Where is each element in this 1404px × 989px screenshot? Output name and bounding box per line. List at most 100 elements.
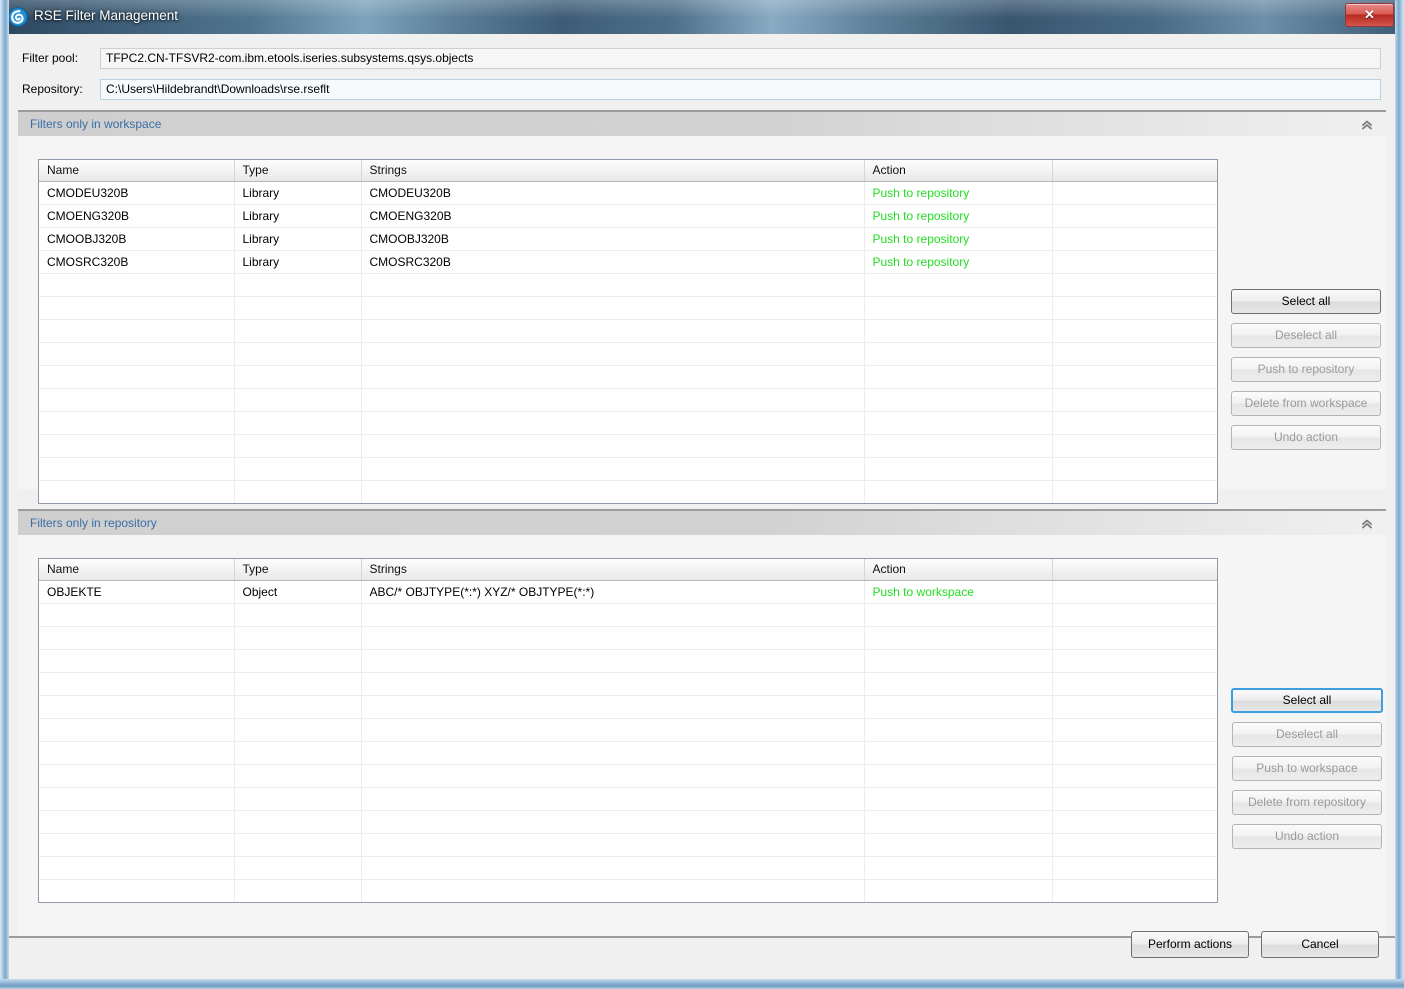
table-row-empty[interactable] bbox=[39, 388, 1217, 412]
column-header-strings[interactable]: Strings bbox=[361, 160, 865, 182]
table-row-empty[interactable] bbox=[39, 365, 1217, 389]
repository-select-all-button[interactable]: Select all bbox=[1231, 688, 1383, 713]
cancel-button[interactable]: Cancel bbox=[1261, 931, 1379, 958]
cell-empty bbox=[39, 810, 235, 834]
table-row-empty[interactable] bbox=[39, 764, 1217, 788]
repository-delete-from-repository-button[interactable]: Delete from repository bbox=[1232, 790, 1382, 815]
cell-empty bbox=[234, 810, 362, 834]
cell-empty bbox=[864, 365, 1053, 389]
table-row-empty[interactable] bbox=[39, 296, 1217, 320]
cell-empty bbox=[864, 388, 1053, 412]
table-row-empty[interactable] bbox=[39, 342, 1217, 366]
cell-empty bbox=[1052, 480, 1217, 503]
table-row-empty[interactable] bbox=[39, 695, 1217, 719]
workspace-filters-table[interactable]: Name Type Strings Action CMODEU320B Libr… bbox=[38, 159, 1218, 504]
close-button[interactable]: ✕ bbox=[1345, 3, 1394, 27]
section-header-workspace[interactable]: Filters only in workspace bbox=[18, 110, 1386, 136]
column-header-extra[interactable] bbox=[1052, 559, 1217, 581]
cell-name: CMOOBJ320B bbox=[39, 227, 235, 251]
cell-empty bbox=[361, 365, 865, 389]
cell-empty bbox=[1052, 365, 1217, 389]
repository-push-to-workspace-button[interactable]: Push to workspace bbox=[1232, 756, 1382, 781]
table-row-empty[interactable] bbox=[39, 649, 1217, 673]
cell-empty bbox=[234, 319, 362, 343]
table-row[interactable]: CMODEU320B Library CMODEU320B Push to re… bbox=[39, 181, 1217, 205]
window-border-bottom bbox=[0, 979, 1404, 989]
table-row-empty[interactable] bbox=[39, 411, 1217, 435]
column-header-name[interactable]: Name bbox=[39, 559, 235, 581]
column-header-extra[interactable] bbox=[1052, 160, 1217, 182]
table-row-empty[interactable] bbox=[39, 879, 1217, 902]
chevron-up-icon[interactable] bbox=[1360, 517, 1374, 531]
cell-empty bbox=[39, 626, 235, 650]
table-row-empty[interactable] bbox=[39, 273, 1217, 297]
table-row[interactable]: CMOOBJ320B Library CMOOBJ320B Push to re… bbox=[39, 227, 1217, 251]
section-body-workspace: Name Type Strings Action CMODEU320B Libr… bbox=[18, 136, 1386, 504]
table-row-empty[interactable] bbox=[39, 810, 1217, 834]
cell-empty bbox=[1052, 764, 1217, 788]
section-filters-only-in-workspace: Filters only in workspace Name Type Stri… bbox=[18, 110, 1386, 504]
cell-empty bbox=[234, 856, 362, 880]
cell-extra bbox=[1052, 580, 1217, 604]
cell-empty bbox=[1052, 342, 1217, 366]
cell-strings: CMOSRC320B bbox=[361, 250, 865, 274]
cell-action[interactable]: Push to repository bbox=[864, 227, 1053, 251]
column-header-action[interactable]: Action bbox=[864, 160, 1053, 182]
cell-action[interactable]: Push to repository bbox=[864, 204, 1053, 228]
table-row-empty[interactable] bbox=[39, 833, 1217, 857]
cell-empty bbox=[361, 649, 865, 673]
table-row-empty[interactable] bbox=[39, 603, 1217, 627]
cell-empty bbox=[234, 672, 362, 696]
chevron-up-icon[interactable] bbox=[1360, 118, 1374, 132]
table-row-empty[interactable] bbox=[39, 480, 1217, 503]
column-header-type[interactable]: Type bbox=[234, 160, 362, 182]
cell-empty bbox=[234, 411, 362, 435]
table-row-empty[interactable] bbox=[39, 856, 1217, 880]
cell-action[interactable]: Push to repository bbox=[864, 181, 1053, 205]
table-row-empty[interactable] bbox=[39, 319, 1217, 343]
table-row[interactable]: CMOENG320B Library CMOENG320B Push to re… bbox=[39, 204, 1217, 228]
table-row-empty[interactable] bbox=[39, 787, 1217, 811]
cell-empty bbox=[1052, 695, 1217, 719]
cell-empty bbox=[234, 764, 362, 788]
column-header-type[interactable]: Type bbox=[234, 559, 362, 581]
table-row[interactable]: OBJEKTE Object ABC/* OBJTYPE(*:*) XYZ/* … bbox=[39, 580, 1217, 604]
column-header-strings[interactable]: Strings bbox=[361, 559, 865, 581]
cell-empty bbox=[864, 649, 1053, 673]
perform-actions-button[interactable]: Perform actions bbox=[1131, 931, 1249, 958]
section-filters-only-in-repository: Filters only in repository Name Type Str… bbox=[18, 509, 1386, 936]
filter-pool-row: Filter pool: TFPC2.CN-TFSVR2-com.ibm.eto… bbox=[22, 48, 1382, 70]
cell-empty bbox=[361, 296, 865, 320]
table-row-empty[interactable] bbox=[39, 434, 1217, 458]
workspace-undo-action-button[interactable]: Undo action bbox=[1231, 425, 1381, 450]
table-row-empty[interactable] bbox=[39, 457, 1217, 481]
cell-name: OBJEKTE bbox=[39, 580, 235, 604]
cell-action[interactable]: Push to workspace bbox=[864, 580, 1053, 604]
repository-deselect-all-button[interactable]: Deselect all bbox=[1232, 722, 1382, 747]
table-row-empty[interactable] bbox=[39, 741, 1217, 765]
table-row-empty[interactable] bbox=[39, 626, 1217, 650]
section-header-repository[interactable]: Filters only in repository bbox=[18, 509, 1386, 535]
table-row-empty[interactable] bbox=[39, 672, 1217, 696]
column-header-name[interactable]: Name bbox=[39, 160, 235, 182]
table-row-empty[interactable] bbox=[39, 503, 1217, 504]
cell-empty bbox=[39, 879, 235, 902]
repository-filters-table[interactable]: Name Type Strings Action OBJEKTE Object bbox=[38, 558, 1218, 903]
column-header-action[interactable]: Action bbox=[864, 559, 1053, 581]
cell-action[interactable]: Push to repository bbox=[864, 250, 1053, 274]
table-row[interactable]: CMOSRC320B Library CMOSRC320B Push to re… bbox=[39, 250, 1217, 274]
cell-empty bbox=[864, 879, 1053, 902]
repository-input[interactable]: C:\Users\Hildebrandt\Downloads\rse.rsefl… bbox=[100, 79, 1381, 100]
repository-table-body: OBJEKTE Object ABC/* OBJTYPE(*:*) XYZ/* … bbox=[39, 580, 1217, 604]
filter-pool-input[interactable]: TFPC2.CN-TFSVR2-com.ibm.etools.iseries.s… bbox=[100, 48, 1381, 69]
cell-extra bbox=[1052, 181, 1217, 205]
table-row-empty[interactable] bbox=[39, 718, 1217, 742]
workspace-select-all-button[interactable]: Select all bbox=[1231, 289, 1381, 314]
cell-extra bbox=[1052, 250, 1217, 274]
workspace-push-to-repository-button[interactable]: Push to repository bbox=[1231, 357, 1381, 382]
workspace-delete-from-workspace-button[interactable]: Delete from workspace bbox=[1231, 391, 1381, 416]
cell-empty bbox=[39, 787, 235, 811]
cell-empty bbox=[1052, 434, 1217, 458]
repository-undo-action-button[interactable]: Undo action bbox=[1232, 824, 1382, 849]
workspace-deselect-all-button[interactable]: Deselect all bbox=[1231, 323, 1381, 348]
